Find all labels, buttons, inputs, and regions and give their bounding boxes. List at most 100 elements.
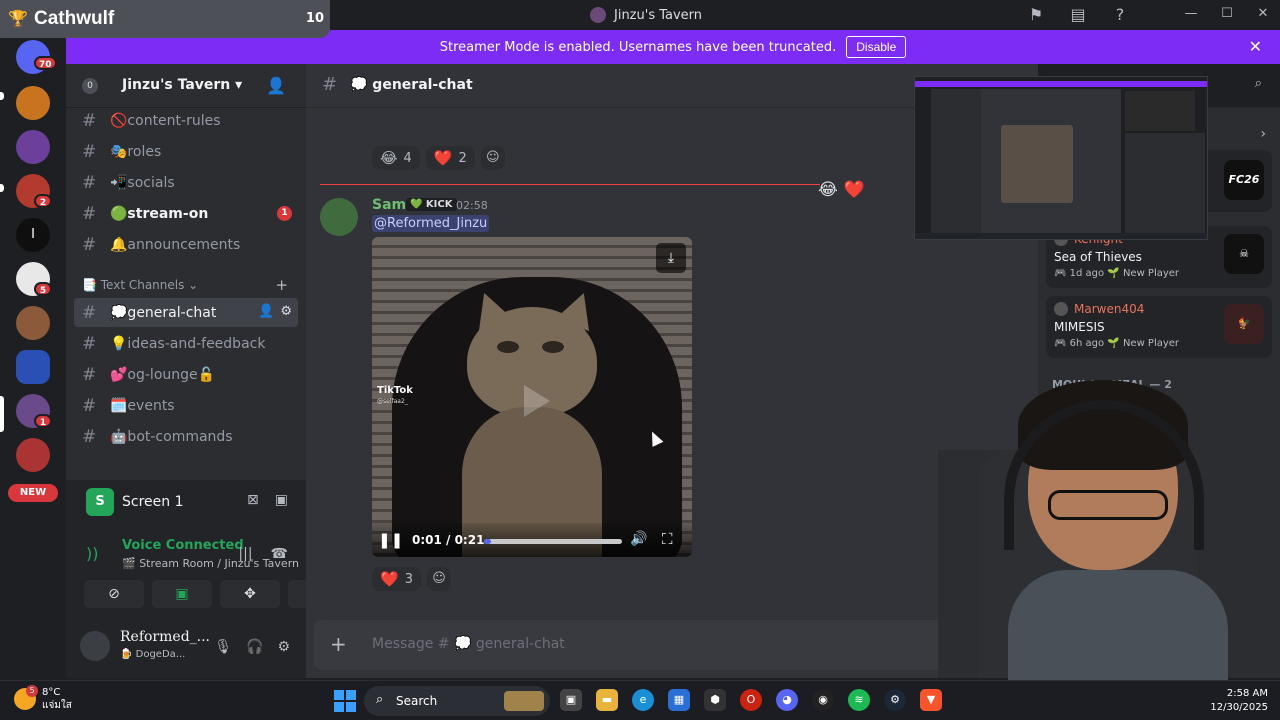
channel-bot-commands[interactable]: # 🤖bot-commands — [74, 422, 298, 451]
activity-card[interactable]: Marwen404 MIMESIS 🎮 6h ago 🌱 New Player … — [1046, 296, 1272, 358]
server-icon-1[interactable] — [16, 86, 50, 120]
channel-stream-on[interactable]: # 🟢stream-on 1 — [74, 199, 298, 228]
task-view-icon[interactable]: ▣ — [560, 689, 582, 711]
server-icon-7[interactable] — [16, 350, 50, 384]
volume-icon[interactable]: 🔊 — [630, 531, 647, 547]
channel-socials[interactable]: # 📲socials — [74, 168, 298, 197]
server-icon-4[interactable]: I — [16, 218, 50, 252]
seek-bar[interactable] — [484, 539, 622, 544]
stop-stream-icon[interactable]: ⊠ — [247, 492, 259, 508]
avatar[interactable] — [320, 198, 358, 236]
avatar — [1054, 302, 1068, 316]
composer-placeholder[interactable]: Message # 💭 general-chat — [372, 636, 565, 652]
server-badge: 2 — [34, 194, 52, 208]
channel-ideas-and-feedback[interactable]: # 💡ideas-and-feedback — [74, 329, 298, 358]
add-reaction-icon[interactable]: ☺ — [480, 146, 505, 170]
channel-roles[interactable]: # 🎭roles — [74, 137, 298, 166]
camera-off-button[interactable]: ⊘ — [84, 580, 144, 608]
server-icon-6[interactable] — [16, 306, 50, 340]
username[interactable]: Reformed_... — [120, 629, 210, 645]
popout-icon[interactable]: ▣ — [275, 492, 288, 508]
quick-react-laugh[interactable]: 😂 — [818, 180, 838, 200]
server-icon-8[interactable] — [16, 438, 50, 472]
avatar[interactable] — [80, 631, 110, 661]
video-controls: ❚❚ 0:01 / 0:21 🔊 ⛶ — [372, 523, 692, 557]
attach-icon[interactable]: + — [330, 632, 347, 656]
message-composer[interactable]: + Message # 💭 general-chat ⬡ ▭ — [314, 620, 1030, 670]
taskbar-search[interactable]: ⌕ Search — [364, 686, 550, 716]
weather-text: 8°C แจ่มใส — [42, 686, 72, 712]
create-invite-icon[interactable]: 👤 — [258, 304, 274, 319]
reaction-heart[interactable]: ❤️ 2 — [425, 146, 475, 170]
chrome-icon[interactable]: ◉ — [812, 689, 834, 711]
banner-close-icon[interactable]: ✕ — [1249, 37, 1262, 56]
server-header[interactable]: 0 Jinzu's Tavern ▾ 👤 — [66, 64, 306, 108]
inbox-flag-icon[interactable]: ⚑ — [1026, 5, 1046, 25]
channel-settings-icon[interactable]: ⚙ — [280, 304, 292, 319]
pause-icon[interactable]: ❚❚ — [378, 531, 403, 549]
disconnect-icon[interactable]: ☎ — [271, 546, 288, 562]
server-icon-2[interactable] — [16, 130, 50, 164]
user-controls: 🎙 🎧 ⚙ — [214, 639, 290, 655]
file-explorer-icon[interactable]: ▬ — [596, 689, 618, 711]
discord-icon[interactable]: ◕ — [776, 689, 798, 711]
server-badge: 1 — [34, 414, 52, 428]
maximize-icon[interactable]: ☐ — [1220, 6, 1234, 21]
noise-suppression-icon[interactable]: ||| — [238, 546, 252, 562]
share-screen-button[interactable]: ▣ — [152, 580, 212, 608]
inbox-icon[interactable]: ▤ — [1068, 5, 1088, 25]
screen-share-card[interactable]: S Screen 1 ⊠ ▣ — [66, 480, 306, 526]
start-tile — [346, 690, 356, 700]
brave-icon[interactable]: ▼ — [920, 689, 942, 711]
microphone-icon[interactable]: 🎙 — [214, 639, 232, 655]
channel-content-rules[interactable]: # 🚫content-rules — [74, 106, 298, 135]
channel-announcements[interactable]: # 🔔announcements — [74, 230, 298, 259]
activity-game: Sea of Thieves — [1054, 250, 1142, 264]
taskbar-search-label: Search — [396, 694, 438, 708]
message-author[interactable]: Sam — [372, 197, 406, 213]
chevron-right-icon[interactable]: › — [1260, 126, 1266, 142]
add-channel-icon[interactable]: + — [275, 276, 288, 294]
window-title-text: Jinzu's Tavern — [614, 7, 703, 23]
close-window-icon[interactable]: ✕ — [1256, 6, 1270, 21]
weather-widget[interactable]: 5 8°C แจ่มใส — [14, 685, 72, 712]
screen-share-label: Screen 1 — [122, 494, 184, 510]
channel-general-chat[interactable]: # 💭general-chat 👤 ⚙ — [74, 298, 298, 327]
help-icon[interactable]: ? — [1110, 5, 1130, 25]
download-icon[interactable]: ⤓ — [656, 243, 686, 273]
window-controls: — ☐ ✕ — [1184, 6, 1270, 21]
store-icon[interactable]: ▦ — [668, 689, 690, 711]
quick-react-heart[interactable]: ❤️ — [844, 180, 865, 200]
invite-icon[interactable]: 👤 — [266, 76, 286, 95]
hash-icon: # — [82, 426, 97, 447]
fullscreen-icon[interactable]: ⛶ — [662, 530, 673, 548]
video-player[interactable]: TikTok @selfaa2_ ⤓ ❚❚ 0:01 / 0:21 🔊 ⛶ — [372, 237, 692, 557]
minimize-icon[interactable]: — — [1184, 6, 1198, 21]
webcam-overlay — [938, 380, 1280, 680]
clock-date: 12/30/2025 — [1210, 702, 1268, 713]
signal-icon[interactable]: )) — [86, 544, 98, 563]
steam-icon[interactable]: ⚙ — [884, 689, 906, 711]
disable-button[interactable]: Disable — [846, 36, 907, 58]
app-icon[interactable]: ⬢ — [704, 689, 726, 711]
reaction-heart[interactable]: ❤️ 3 — [372, 567, 421, 591]
reaction-row-top: 😂 4 ❤️ 2 ☺ — [372, 146, 505, 170]
headphones-icon[interactable]: 🎧 — [246, 639, 263, 655]
settings-icon[interactable]: ⚙ — [277, 639, 290, 655]
opera-icon[interactable]: O — [740, 689, 762, 711]
dm-badge: 70 — [34, 56, 57, 70]
reaction-laugh[interactable]: 😂 4 — [372, 146, 420, 170]
edge-icon[interactable]: e — [632, 689, 654, 711]
add-reaction-icon[interactable]: ☺ — [426, 567, 451, 591]
preview-taskbar — [915, 233, 1207, 239]
video-frame — [542, 341, 564, 353]
channel-events[interactable]: # 🗓️events — [74, 391, 298, 420]
category-text-channels[interactable]: 📑 Text Channels ⌄ — [82, 278, 198, 292]
spotify-icon[interactable]: ≋ — [848, 689, 870, 711]
voice-status[interactable]: Voice Connected — [122, 538, 244, 553]
mention[interactable]: @Reformed_Jinzu — [372, 215, 490, 232]
start-icon[interactable] — [334, 690, 356, 712]
activities-button[interactable]: ✥ — [220, 580, 280, 608]
system-clock[interactable]: 2:58 AM 12/30/2025 — [1210, 687, 1268, 715]
channel-og-lounge[interactable]: # 💕og-lounge🔓 — [74, 360, 298, 389]
